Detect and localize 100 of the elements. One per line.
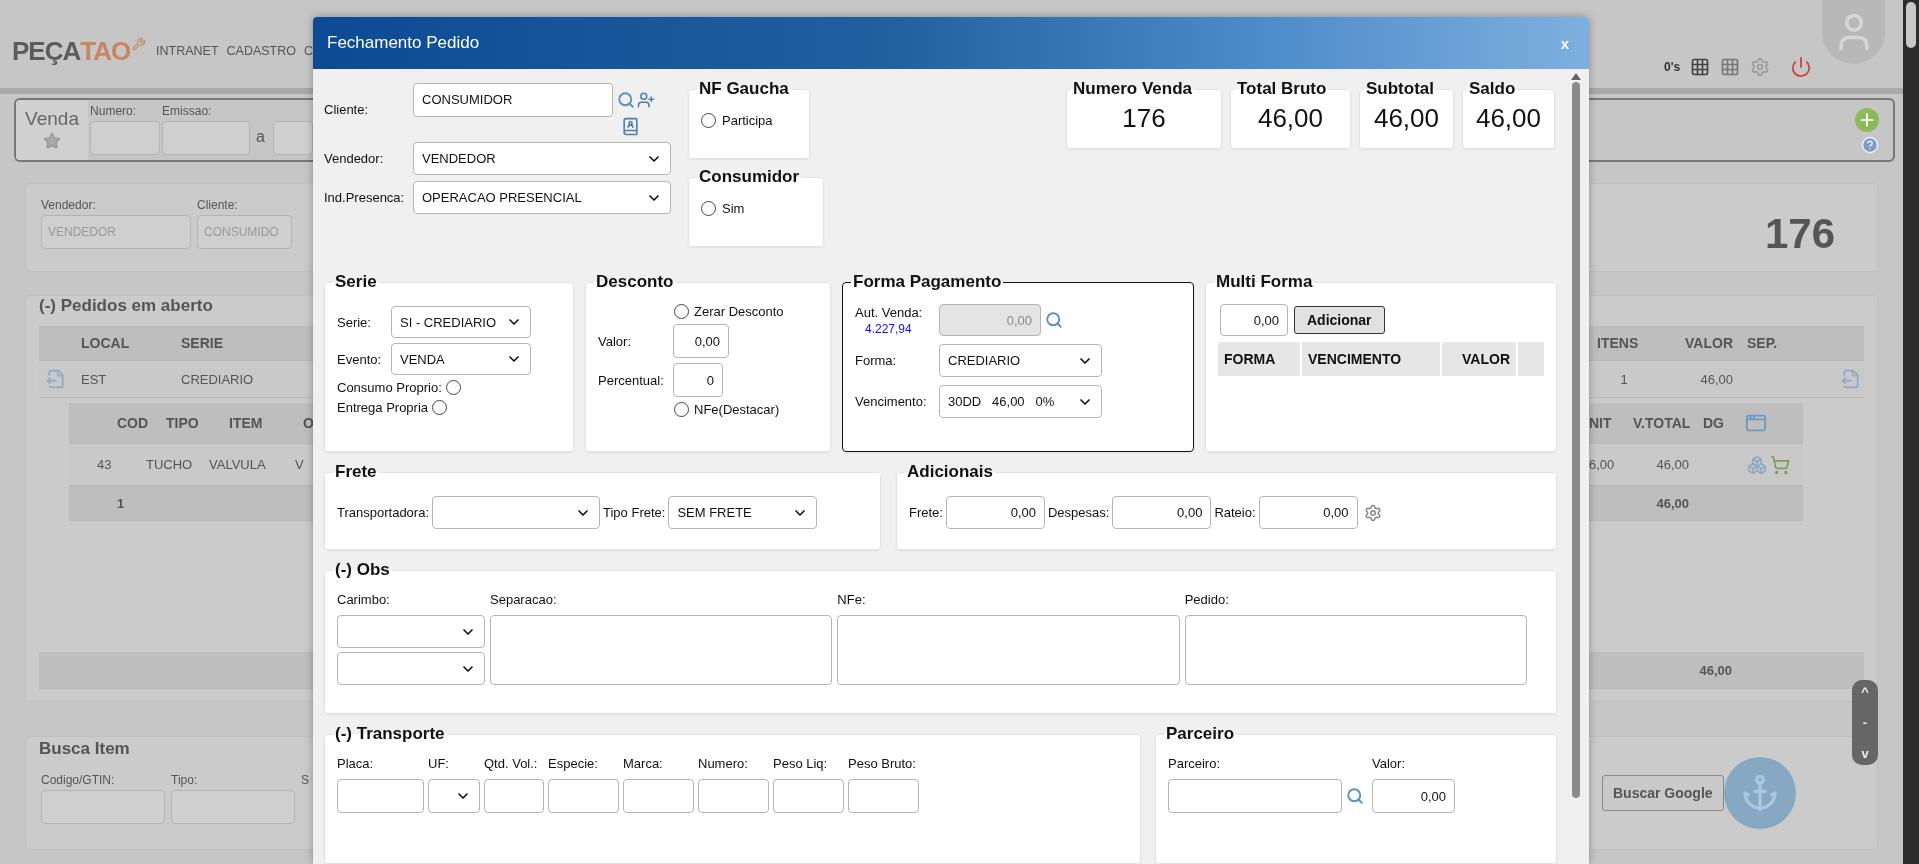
input-field[interactable] bbox=[548, 779, 619, 813]
scroll-button[interactable]: - bbox=[1862, 715, 1868, 730]
input-field[interactable] bbox=[848, 779, 919, 813]
cart-icon[interactable] bbox=[1770, 454, 1790, 475]
star-icon[interactable] bbox=[43, 132, 62, 150]
card-title: Serie bbox=[334, 272, 378, 293]
card-title: Consumidor bbox=[698, 167, 801, 187]
column-header: VALOR bbox=[1684, 335, 1733, 351]
total-value: 176 bbox=[1121, 102, 1167, 135]
nav-link[interactable]: INTRANET bbox=[156, 44, 219, 58]
column-header: DG bbox=[1703, 415, 1725, 431]
scroll-up-icon[interactable] bbox=[1571, 73, 1581, 80]
input-field[interactable] bbox=[773, 779, 844, 813]
radio-button[interactable] bbox=[432, 400, 448, 416]
input-field[interactable] bbox=[484, 779, 544, 813]
radio-button[interactable] bbox=[674, 304, 689, 320]
radio-button[interactable] bbox=[701, 113, 716, 128]
settings-icon[interactable] bbox=[1363, 503, 1382, 522]
option-label: Sim bbox=[722, 201, 745, 216]
select-field[interactable]: 30DD 46,00 0% bbox=[939, 385, 1102, 419]
radio-button[interactable] bbox=[445, 380, 461, 396]
window-icon[interactable] bbox=[1745, 412, 1767, 434]
scrollbar[interactable] bbox=[1903, 0, 1919, 864]
select-field[interactable] bbox=[428, 779, 480, 813]
plus-icon[interactable] bbox=[1855, 108, 1879, 132]
input-field[interactable] bbox=[162, 121, 251, 155]
input-field[interactable] bbox=[337, 779, 424, 813]
table-cell-text: V bbox=[295, 457, 305, 472]
select-field[interactable] bbox=[337, 615, 485, 649]
grid-icon[interactable] bbox=[1690, 57, 1711, 77]
field-label: UF: bbox=[428, 756, 450, 771]
select-field[interactable]: VENDEDOR bbox=[413, 142, 671, 175]
venda-title: Venda bbox=[25, 108, 79, 130]
select-field[interactable]: VENDA bbox=[391, 343, 531, 376]
radio-button[interactable] bbox=[674, 402, 689, 418]
total-value: 46,00 bbox=[1372, 102, 1441, 135]
input-field[interactable] bbox=[1168, 779, 1342, 813]
card-title: (-) Transporte bbox=[334, 724, 446, 744]
add-button[interactable]: Adicionar bbox=[1294, 306, 1385, 335]
field-label: Tipo: bbox=[171, 773, 199, 787]
input-field[interactable] bbox=[623, 779, 694, 813]
input-field[interactable]: CONSUMIDOR bbox=[413, 82, 613, 117]
search-icon[interactable] bbox=[1346, 787, 1364, 805]
nav-link[interactable]: C bbox=[303, 44, 313, 58]
input-field[interactable] bbox=[698, 779, 769, 813]
add-user-icon[interactable] bbox=[637, 90, 655, 109]
field-label: Valor: bbox=[598, 333, 632, 349]
input-field[interactable]: 0,00 bbox=[1258, 496, 1358, 530]
table-cell-text: 1 bbox=[1619, 371, 1629, 387]
select-field[interactable] bbox=[337, 652, 485, 686]
field-label: S bbox=[301, 773, 309, 787]
radio-button[interactable] bbox=[701, 201, 716, 216]
option-label: NFe(Destacar) bbox=[694, 402, 780, 418]
total-value: 46,00 bbox=[1256, 102, 1325, 135]
input-field[interactable]: 0,00 bbox=[673, 324, 729, 359]
nav-link[interactable]: CADASTRO bbox=[226, 44, 296, 58]
input-field[interactable]: 0,00 bbox=[945, 496, 1045, 530]
input-field[interactable] bbox=[90, 121, 161, 155]
grid-icon[interactable] bbox=[1720, 57, 1741, 77]
field-label: Vendedor: bbox=[324, 151, 385, 166]
select-field[interactable]: SEM FRETE bbox=[668, 496, 818, 530]
column-header: VALOR bbox=[1442, 342, 1518, 377]
scroll-button[interactable]: v bbox=[1861, 746, 1869, 761]
search-button[interactable]: Buscar Google bbox=[1602, 775, 1724, 811]
field-label: Rateio: bbox=[1214, 505, 1256, 521]
select-field[interactable]: CREDIARIO bbox=[939, 344, 1102, 378]
input-field[interactable] bbox=[171, 790, 295, 824]
select-field[interactable] bbox=[432, 496, 600, 530]
input-field[interactable]: 0,00 bbox=[1112, 496, 1212, 530]
help-icon[interactable] bbox=[1861, 136, 1879, 154]
address-book-icon[interactable] bbox=[621, 117, 640, 136]
input-field[interactable]: 0,00 bbox=[1220, 304, 1288, 337]
input-field[interactable]: 0 bbox=[673, 363, 723, 398]
select-field[interactable]: OPERACAO PRESENCIAL bbox=[413, 181, 671, 214]
boxes-icon[interactable] bbox=[1747, 454, 1767, 475]
search-icon[interactable] bbox=[1045, 311, 1063, 330]
column-header: FORMA bbox=[1218, 342, 1302, 377]
total-value: 46,00 bbox=[1474, 102, 1543, 135]
search-icon[interactable] bbox=[617, 90, 635, 109]
settings-icon[interactable] bbox=[1750, 57, 1771, 77]
text-area[interactable] bbox=[1184, 615, 1527, 686]
select-field[interactable]: SI - CREDIARIO bbox=[391, 306, 531, 339]
card-title: Frete bbox=[334, 462, 378, 483]
section-title: Busca Item bbox=[39, 739, 131, 760]
power-icon[interactable] bbox=[1790, 56, 1813, 78]
input-field[interactable] bbox=[273, 121, 313, 155]
input-field[interactable]: 0,00 bbox=[1372, 779, 1455, 813]
text-area[interactable] bbox=[837, 615, 1180, 686]
field-label: Codigo/GTIN: bbox=[41, 773, 116, 787]
table-cell-text: CREDIARIO bbox=[181, 371, 255, 387]
card-title: Multi Forma bbox=[1215, 272, 1314, 293]
input-field[interactable] bbox=[41, 790, 165, 824]
scroll-button[interactable]: ^ bbox=[1861, 684, 1869, 699]
field-label: Qtd. Vol.: bbox=[484, 756, 539, 771]
table-cell-text: 43 bbox=[97, 457, 113, 472]
column-header: SERIE bbox=[181, 335, 224, 351]
column-header: ITENS bbox=[1597, 335, 1640, 351]
text-area[interactable] bbox=[490, 615, 833, 686]
export-icon[interactable] bbox=[46, 369, 66, 389]
export-icon[interactable] bbox=[1841, 369, 1861, 389]
